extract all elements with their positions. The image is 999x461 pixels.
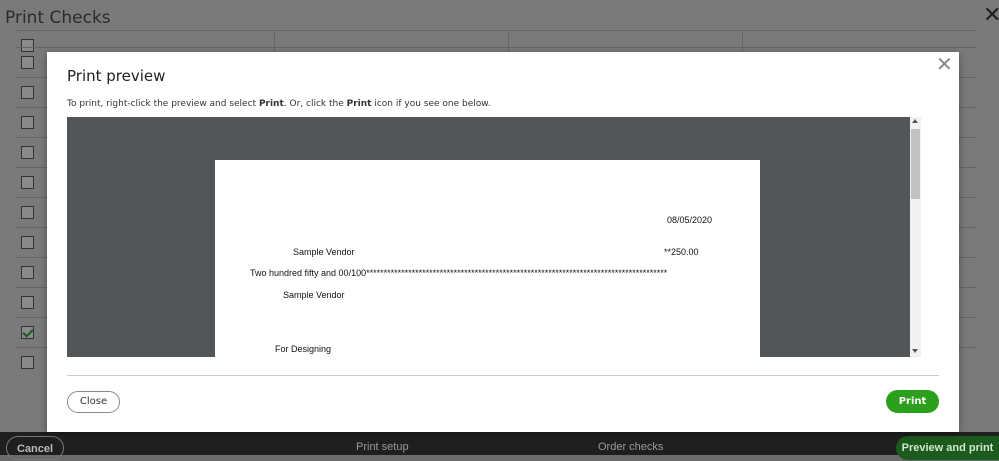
check-amount: **250.00	[664, 247, 699, 257]
check-amount-words: Two hundred fifty and 00/100************…	[250, 268, 668, 278]
instructions-text: To print, right-click the preview and se…	[67, 99, 259, 109]
preview-and-print-button[interactable]: Preview and print	[896, 436, 999, 460]
row-checkbox[interactable]	[21, 176, 34, 189]
close-icon[interactable]: ✕	[936, 55, 953, 75]
pdf-preview-viewer[interactable]: 08/05/2020 Sample Vendor **250.00 Two hu…	[67, 117, 921, 357]
row-checkbox[interactable]	[21, 326, 34, 339]
close-button[interactable]: Close	[67, 391, 120, 413]
page-title: Print Checks	[5, 8, 111, 28]
row-checkbox[interactable]	[21, 206, 34, 219]
scroll-down-icon[interactable]	[912, 349, 918, 353]
check-date: 08/05/2020	[667, 215, 713, 225]
close-icon[interactable]: ✕	[983, 4, 999, 26]
row-checkbox[interactable]	[21, 146, 34, 159]
dialog-title: Print preview	[67, 67, 166, 85]
print-setup-link[interactable]: Print setup	[356, 441, 409, 453]
row-checkbox[interactable]	[21, 266, 34, 279]
instructions-text: . Or, click the	[283, 99, 347, 109]
instructions-text: icon if you see one below.	[371, 99, 491, 109]
row-checkbox[interactable]	[21, 86, 34, 99]
order-checks-link[interactable]: Order checks	[598, 441, 663, 453]
footer-bar	[0, 432, 999, 455]
check-page: 08/05/2020 Sample Vendor **250.00 Two hu…	[215, 160, 760, 357]
check-address-name: Sample Vendor	[283, 290, 345, 300]
print-instructions: To print, right-click the preview and se…	[67, 99, 491, 109]
row-checkbox[interactable]	[21, 356, 34, 369]
instructions-bold: Print	[258, 99, 284, 109]
check-memo: For Designing	[275, 344, 332, 354]
viewer-scrollbar[interactable]	[910, 117, 921, 357]
print-preview-dialog: Print preview ✕ To print, right-click th…	[47, 52, 959, 432]
cancel-button[interactable]: Cancel	[6, 436, 64, 460]
scroll-up-icon[interactable]	[912, 119, 918, 123]
dialog-divider	[67, 375, 939, 376]
scroll-thumb[interactable]	[911, 129, 920, 199]
instructions-bold: Print	[346, 99, 372, 109]
row-checkbox[interactable]	[21, 116, 34, 129]
row-checkbox[interactable]	[21, 236, 34, 249]
row-checkbox[interactable]	[21, 56, 34, 69]
row-checkbox[interactable]	[21, 296, 34, 309]
check-payee: Sample Vendor	[293, 247, 355, 257]
print-button[interactable]: Print	[886, 390, 939, 413]
